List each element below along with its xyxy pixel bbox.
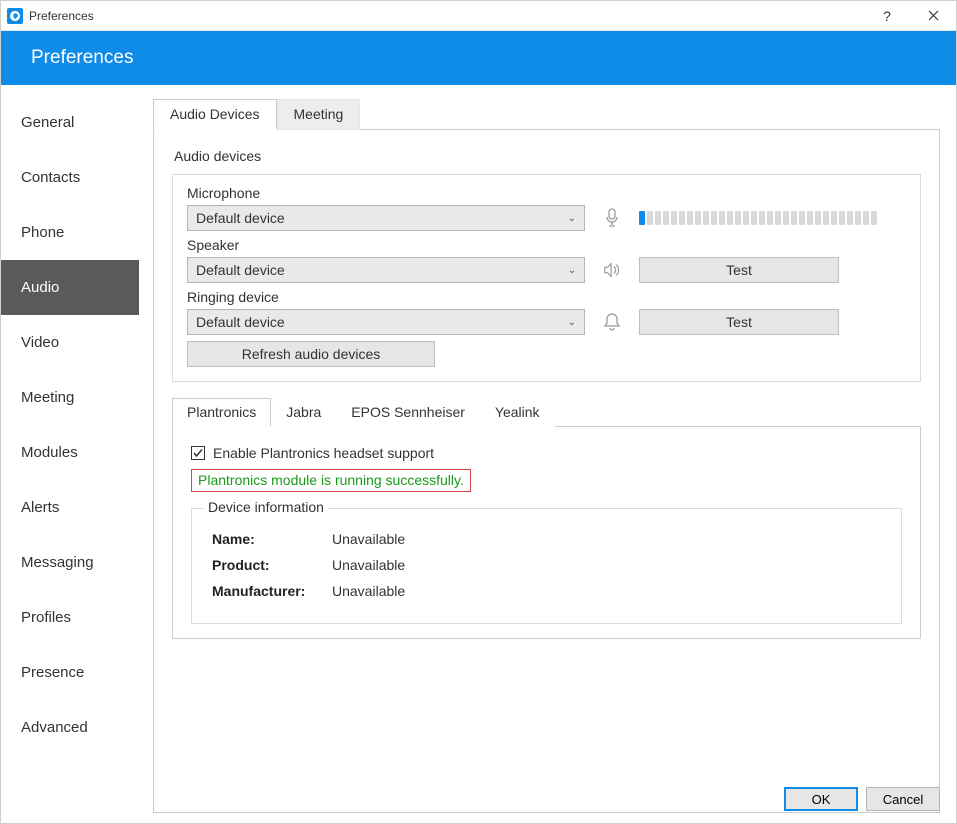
chevron-down-icon: ⌄ xyxy=(568,317,576,328)
headset-tab-yealink[interactable]: Yealink xyxy=(480,398,555,427)
microphone-icon xyxy=(603,208,621,228)
device-info-key: Manufacturer: xyxy=(212,583,332,599)
header-title: Preferences xyxy=(31,47,133,69)
help-button[interactable]: ? xyxy=(864,1,910,31)
ringing-select[interactable]: Default device ⌄ xyxy=(187,309,585,335)
microphone-value: Default device xyxy=(196,210,285,226)
level-segment xyxy=(855,211,861,225)
headset-tabs: PlantronicsJabraEPOS SennheiserYealink xyxy=(172,398,921,427)
level-segment xyxy=(711,211,717,225)
sidebar-item-general[interactable]: General xyxy=(1,95,139,150)
audio-devices-block: Microphone Default device ⌄ Speak xyxy=(172,174,921,382)
sidebar-item-presence[interactable]: Presence xyxy=(1,645,139,700)
level-segment xyxy=(751,211,757,225)
plantronics-panel: Enable Plantronics headset support Plant… xyxy=(172,426,921,639)
level-segment xyxy=(719,211,725,225)
tab-meeting[interactable]: Meeting xyxy=(277,99,361,130)
speaker-value: Default device xyxy=(196,262,285,278)
level-segment xyxy=(639,211,645,225)
level-segment xyxy=(799,211,805,225)
app-icon xyxy=(7,8,23,24)
microphone-level xyxy=(639,211,906,225)
top-tabs: Audio DevicesMeeting xyxy=(153,99,940,130)
speaker-icon xyxy=(603,261,621,279)
enable-plantronics-checkbox[interactable] xyxy=(191,446,205,460)
sidebar-item-modules[interactable]: Modules xyxy=(1,425,139,480)
sidebar-item-meeting[interactable]: Meeting xyxy=(1,370,139,425)
enable-plantronics-label: Enable Plantronics headset support xyxy=(213,445,434,461)
bell-icon xyxy=(603,312,621,332)
level-segment xyxy=(655,211,661,225)
refresh-audio-button[interactable]: Refresh audio devices xyxy=(187,341,435,367)
window-title: Preferences xyxy=(29,9,94,23)
speaker-select[interactable]: Default device ⌄ xyxy=(187,257,585,283)
device-info-value: Unavailable xyxy=(332,583,405,599)
microphone-label: Microphone xyxy=(187,185,906,201)
level-segment xyxy=(679,211,685,225)
plantronics-status: Plantronics module is running successful… xyxy=(191,469,471,492)
close-button[interactable] xyxy=(910,1,956,31)
level-segment xyxy=(647,211,653,225)
sidebar-item-audio[interactable]: Audio xyxy=(1,260,139,315)
sidebar-item-phone[interactable]: Phone xyxy=(1,205,139,260)
level-segment xyxy=(735,211,741,225)
device-info-value: Unavailable xyxy=(332,557,405,573)
level-segment xyxy=(783,211,789,225)
level-segment xyxy=(815,211,821,225)
level-segment xyxy=(703,211,709,225)
sidebar: GeneralContactsPhoneAudioVideoMeetingMod… xyxy=(1,85,139,823)
level-segment xyxy=(695,211,701,225)
sidebar-item-contacts[interactable]: Contacts xyxy=(1,150,139,205)
sidebar-item-messaging[interactable]: Messaging xyxy=(1,535,139,590)
level-segment xyxy=(759,211,765,225)
device-info-value: Unavailable xyxy=(332,531,405,547)
sidebar-item-profiles[interactable]: Profiles xyxy=(1,590,139,645)
level-segment xyxy=(727,211,733,225)
ringing-label: Ringing device xyxy=(187,289,906,305)
level-segment xyxy=(663,211,669,225)
level-segment xyxy=(767,211,773,225)
level-segment xyxy=(871,211,877,225)
level-segment xyxy=(791,211,797,225)
tab-audio-devices[interactable]: Audio Devices xyxy=(153,99,277,130)
headset-tab-epos-sennheiser[interactable]: EPOS Sennheiser xyxy=(336,398,480,427)
chevron-down-icon: ⌄ xyxy=(568,213,576,224)
speaker-label: Speaker xyxy=(187,237,906,253)
level-segment xyxy=(687,211,693,225)
dialog-footer: OK Cancel xyxy=(784,787,940,811)
level-segment xyxy=(743,211,749,225)
ok-button[interactable]: OK xyxy=(784,787,858,811)
sidebar-item-advanced[interactable]: Advanced xyxy=(1,700,139,755)
level-segment xyxy=(847,211,853,225)
audio-section-title: Audio devices xyxy=(174,148,921,164)
audio-devices-panel: Audio devices Microphone Default device … xyxy=(153,129,940,813)
microphone-select[interactable]: Default device ⌄ xyxy=(187,205,585,231)
cancel-button[interactable]: Cancel xyxy=(866,787,940,811)
level-segment xyxy=(775,211,781,225)
sidebar-item-alerts[interactable]: Alerts xyxy=(1,480,139,535)
level-segment xyxy=(839,211,845,225)
titlebar: Preferences ? xyxy=(1,1,956,31)
level-segment xyxy=(807,211,813,225)
level-segment xyxy=(823,211,829,225)
chevron-down-icon: ⌄ xyxy=(568,265,576,276)
speaker-test-button[interactable]: Test xyxy=(639,257,839,283)
level-segment xyxy=(863,211,869,225)
header: Preferences xyxy=(1,31,956,85)
device-info-title: Device information xyxy=(204,499,328,515)
device-info-key: Product: xyxy=(212,557,332,573)
device-info-key: Name: xyxy=(212,531,332,547)
headset-tab-jabra[interactable]: Jabra xyxy=(271,398,336,427)
device-info-row: Product:Unavailable xyxy=(208,557,885,573)
level-segment xyxy=(671,211,677,225)
level-segment xyxy=(831,211,837,225)
headset-tab-plantronics[interactable]: Plantronics xyxy=(172,398,271,427)
sidebar-item-video[interactable]: Video xyxy=(1,315,139,370)
device-info-row: Name:Unavailable xyxy=(208,531,885,547)
ringing-value: Default device xyxy=(196,314,285,330)
device-info-box: Device information Name:UnavailableProdu… xyxy=(191,508,902,624)
ringing-test-button[interactable]: Test xyxy=(639,309,839,335)
device-info-row: Manufacturer:Unavailable xyxy=(208,583,885,599)
